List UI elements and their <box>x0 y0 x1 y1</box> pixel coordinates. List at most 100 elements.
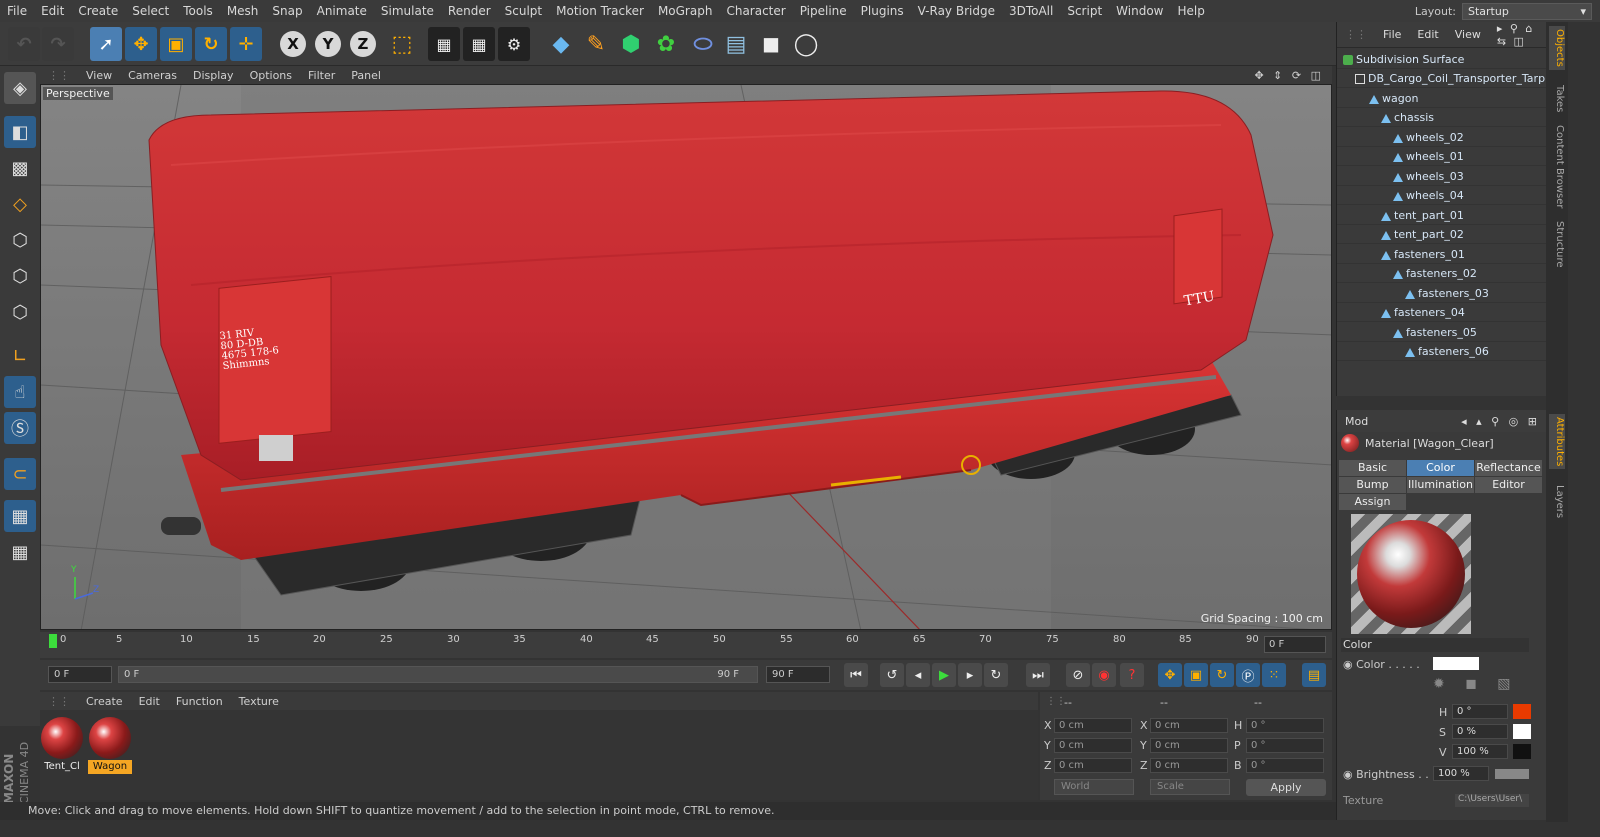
previous-key-icon[interactable]: ↺ <box>880 663 904 687</box>
material-menu-function[interactable]: Function <box>168 695 231 708</box>
layout-dropdown[interactable]: Startup <box>1462 2 1592 20</box>
menu-plugins[interactable]: Plugins <box>854 4 911 18</box>
color-swatch[interactable] <box>1433 657 1479 670</box>
autokey-icon[interactable]: ◉ <box>1092 663 1116 687</box>
floor-icon[interactable]: ▤ <box>720 27 752 61</box>
texture-path-field[interactable]: C:\Users\User\ <box>1455 794 1529 807</box>
tree-item-wheels-02[interactable]: wheels_02 <box>1337 128 1547 147</box>
subdivision-generator-icon[interactable]: ⬢ <box>615 27 647 61</box>
tree-item-wheels-01[interactable]: wheels_01 <box>1337 147 1547 166</box>
saturation-field[interactable]: 0 % <box>1452 724 1508 739</box>
start-frame-field[interactable]: 0 F <box>48 666 112 683</box>
scale-tool-icon[interactable]: ▣ <box>160 27 192 61</box>
axis-mode-icon[interactable]: ∟ <box>4 340 36 372</box>
light-icon[interactable]: ◯ <box>790 27 822 61</box>
brightness-slider[interactable] <box>1495 769 1529 779</box>
color-radio-icon[interactable]: ◉ <box>1343 658 1353 671</box>
undo-icon[interactable]: ↶ <box>8 27 40 61</box>
material-wagon[interactable]: Wagon <box>88 716 132 774</box>
key-position-icon[interactable]: ✥ <box>1158 663 1182 687</box>
menu-file[interactable]: File <box>0 4 34 18</box>
object-menu-view[interactable]: View <box>1447 28 1489 41</box>
key-rotation-icon[interactable]: ↻ <box>1210 663 1234 687</box>
tab-content-browser[interactable]: Content Browser <box>1549 122 1565 211</box>
cube-primitive-icon[interactable]: ◆ <box>545 27 577 61</box>
points-mode-icon[interactable]: ⬡ <box>4 224 36 256</box>
tab-color[interactable]: Color <box>1407 460 1474 476</box>
viewport-camera-label[interactable]: Perspective <box>43 87 113 100</box>
object-menu-edit[interactable]: Edit <box>1409 28 1446 41</box>
magnet-icon[interactable]: ⊂ <box>4 458 36 490</box>
coord-pos-z-field[interactable]: 0 cm <box>1054 758 1132 773</box>
tree-item-fasteners-01[interactable]: fasteners_01 <box>1337 245 1547 264</box>
x-axis-lock-icon[interactable]: X <box>280 31 306 57</box>
select-tool-icon[interactable]: ➚ <box>90 27 122 61</box>
coordinate-system-icon[interactable]: ⬚ <box>386 27 418 61</box>
end-frame-field[interactable]: 90 F <box>766 666 830 683</box>
menu-edit[interactable]: Edit <box>34 4 71 18</box>
menu-script[interactable]: Script <box>1060 4 1109 18</box>
grid-icon[interactable]: ▦ <box>4 536 36 568</box>
menu-window[interactable]: Window <box>1109 4 1170 18</box>
attributes-mode-menu[interactable]: Mod <box>1345 415 1368 428</box>
menu-simulate[interactable]: Simulate <box>374 4 441 18</box>
y-axis-lock-icon[interactable]: Y <box>315 31 341 57</box>
apply-button[interactable]: Apply <box>1246 779 1326 796</box>
menu-vray-bridge[interactable]: V-Ray Bridge <box>911 4 1002 18</box>
tab-layers[interactable]: Layers <box>1549 482 1565 521</box>
menu-motion-tracker[interactable]: Motion Tracker <box>549 4 651 18</box>
keyframe-selection-icon[interactable]: ? <box>1120 663 1144 687</box>
go-to-end-icon[interactable]: ⏭ <box>1026 663 1050 687</box>
snapping-icon[interactable]: Ⓢ <box>4 412 36 444</box>
coord-size-mode-dropdown[interactable]: Scale <box>1150 779 1230 795</box>
tab-editor[interactable]: Editor <box>1475 477 1542 493</box>
tree-item-wheels-03[interactable]: wheels_03 <box>1337 167 1547 186</box>
coord-rot-p-field[interactable]: 0 ° <box>1246 738 1324 753</box>
cloner-icon[interactable]: ✿ <box>650 27 682 61</box>
color-picker-icons[interactable]: ✹ ◼ ▧ <box>1433 676 1518 692</box>
redo-icon[interactable]: ↷ <box>42 27 74 61</box>
make-editable-icon[interactable]: ◈ <box>4 72 36 104</box>
attributes-nav-icons[interactable]: ◂ ▴ ⚲ ◎ ⊞ <box>1461 415 1546 428</box>
tab-structure[interactable]: Structure <box>1549 218 1565 271</box>
next-frame-icon[interactable]: ▸ <box>958 663 982 687</box>
tree-item-fasteners-04[interactable]: fasteners_04 <box>1337 303 1547 322</box>
tree-item-fasteners-05[interactable]: fasteners_05 <box>1337 323 1547 342</box>
texture-mode-icon[interactable]: ▩ <box>4 152 36 184</box>
tree-item-chassis[interactable]: chassis <box>1337 108 1547 127</box>
menu-animate[interactable]: Animate <box>310 4 374 18</box>
material-menu-texture[interactable]: Texture <box>231 695 287 708</box>
hue-field[interactable]: 0 ° <box>1452 704 1508 719</box>
tree-item-tent-part-02[interactable]: tent_part_02 <box>1337 225 1547 244</box>
tree-item-wagon[interactable]: wagon <box>1337 89 1547 108</box>
rotate-tool-icon[interactable]: ↻ <box>195 27 227 61</box>
coord-size-x-field[interactable]: 0 cm <box>1150 718 1228 733</box>
render-picture-viewer-icon[interactable]: ▦ <box>463 27 495 61</box>
viewport-menu-cameras[interactable]: Cameras <box>120 69 185 82</box>
coord-rot-b-field[interactable]: 0 ° <box>1246 758 1324 773</box>
timeline-ruler[interactable]: 0 5 10 15 20 25 30 35 40 45 50 55 60 65 … <box>40 632 1332 658</box>
key-parameter-icon[interactable]: Ⓟ <box>1236 663 1260 687</box>
coord-space-dropdown[interactable]: World <box>1054 779 1134 795</box>
frame-range-slider[interactable]: 0 F 90 F <box>118 666 758 683</box>
render-view-icon[interactable]: ▦ <box>428 27 460 61</box>
tree-item-tent-part-01[interactable]: tent_part_01 <box>1337 206 1547 225</box>
previous-frame-icon[interactable]: ◂ <box>906 663 930 687</box>
current-frame-field[interactable]: 0 F <box>1264 636 1326 653</box>
viewport-drag-icon[interactable]: ⋮⋮ <box>40 69 78 82</box>
menu-render[interactable]: Render <box>441 4 498 18</box>
model-mode-icon[interactable]: ◧ <box>4 116 36 148</box>
coord-rot-h-field[interactable]: 0 ° <box>1246 718 1324 733</box>
move-tool-icon[interactable]: ✥ <box>125 27 157 61</box>
menu-3dtoall[interactable]: 3DToAll <box>1002 4 1060 18</box>
tree-item-fasteners-06[interactable]: fasteners_06 <box>1337 342 1547 361</box>
menu-create[interactable]: Create <box>71 4 125 18</box>
viewport-menu-filter[interactable]: Filter <box>300 69 343 82</box>
menu-mesh[interactable]: Mesh <box>220 4 266 18</box>
edges-mode-icon[interactable]: ⬡ <box>4 260 36 292</box>
viewport-menu-options[interactable]: Options <box>242 69 300 82</box>
viewport-menu-display[interactable]: Display <box>185 69 242 82</box>
next-key-icon[interactable]: ↻ <box>984 663 1008 687</box>
play-icon[interactable]: ▶ <box>932 663 956 687</box>
material-drag-icon[interactable]: ⋮⋮ <box>40 695 78 708</box>
